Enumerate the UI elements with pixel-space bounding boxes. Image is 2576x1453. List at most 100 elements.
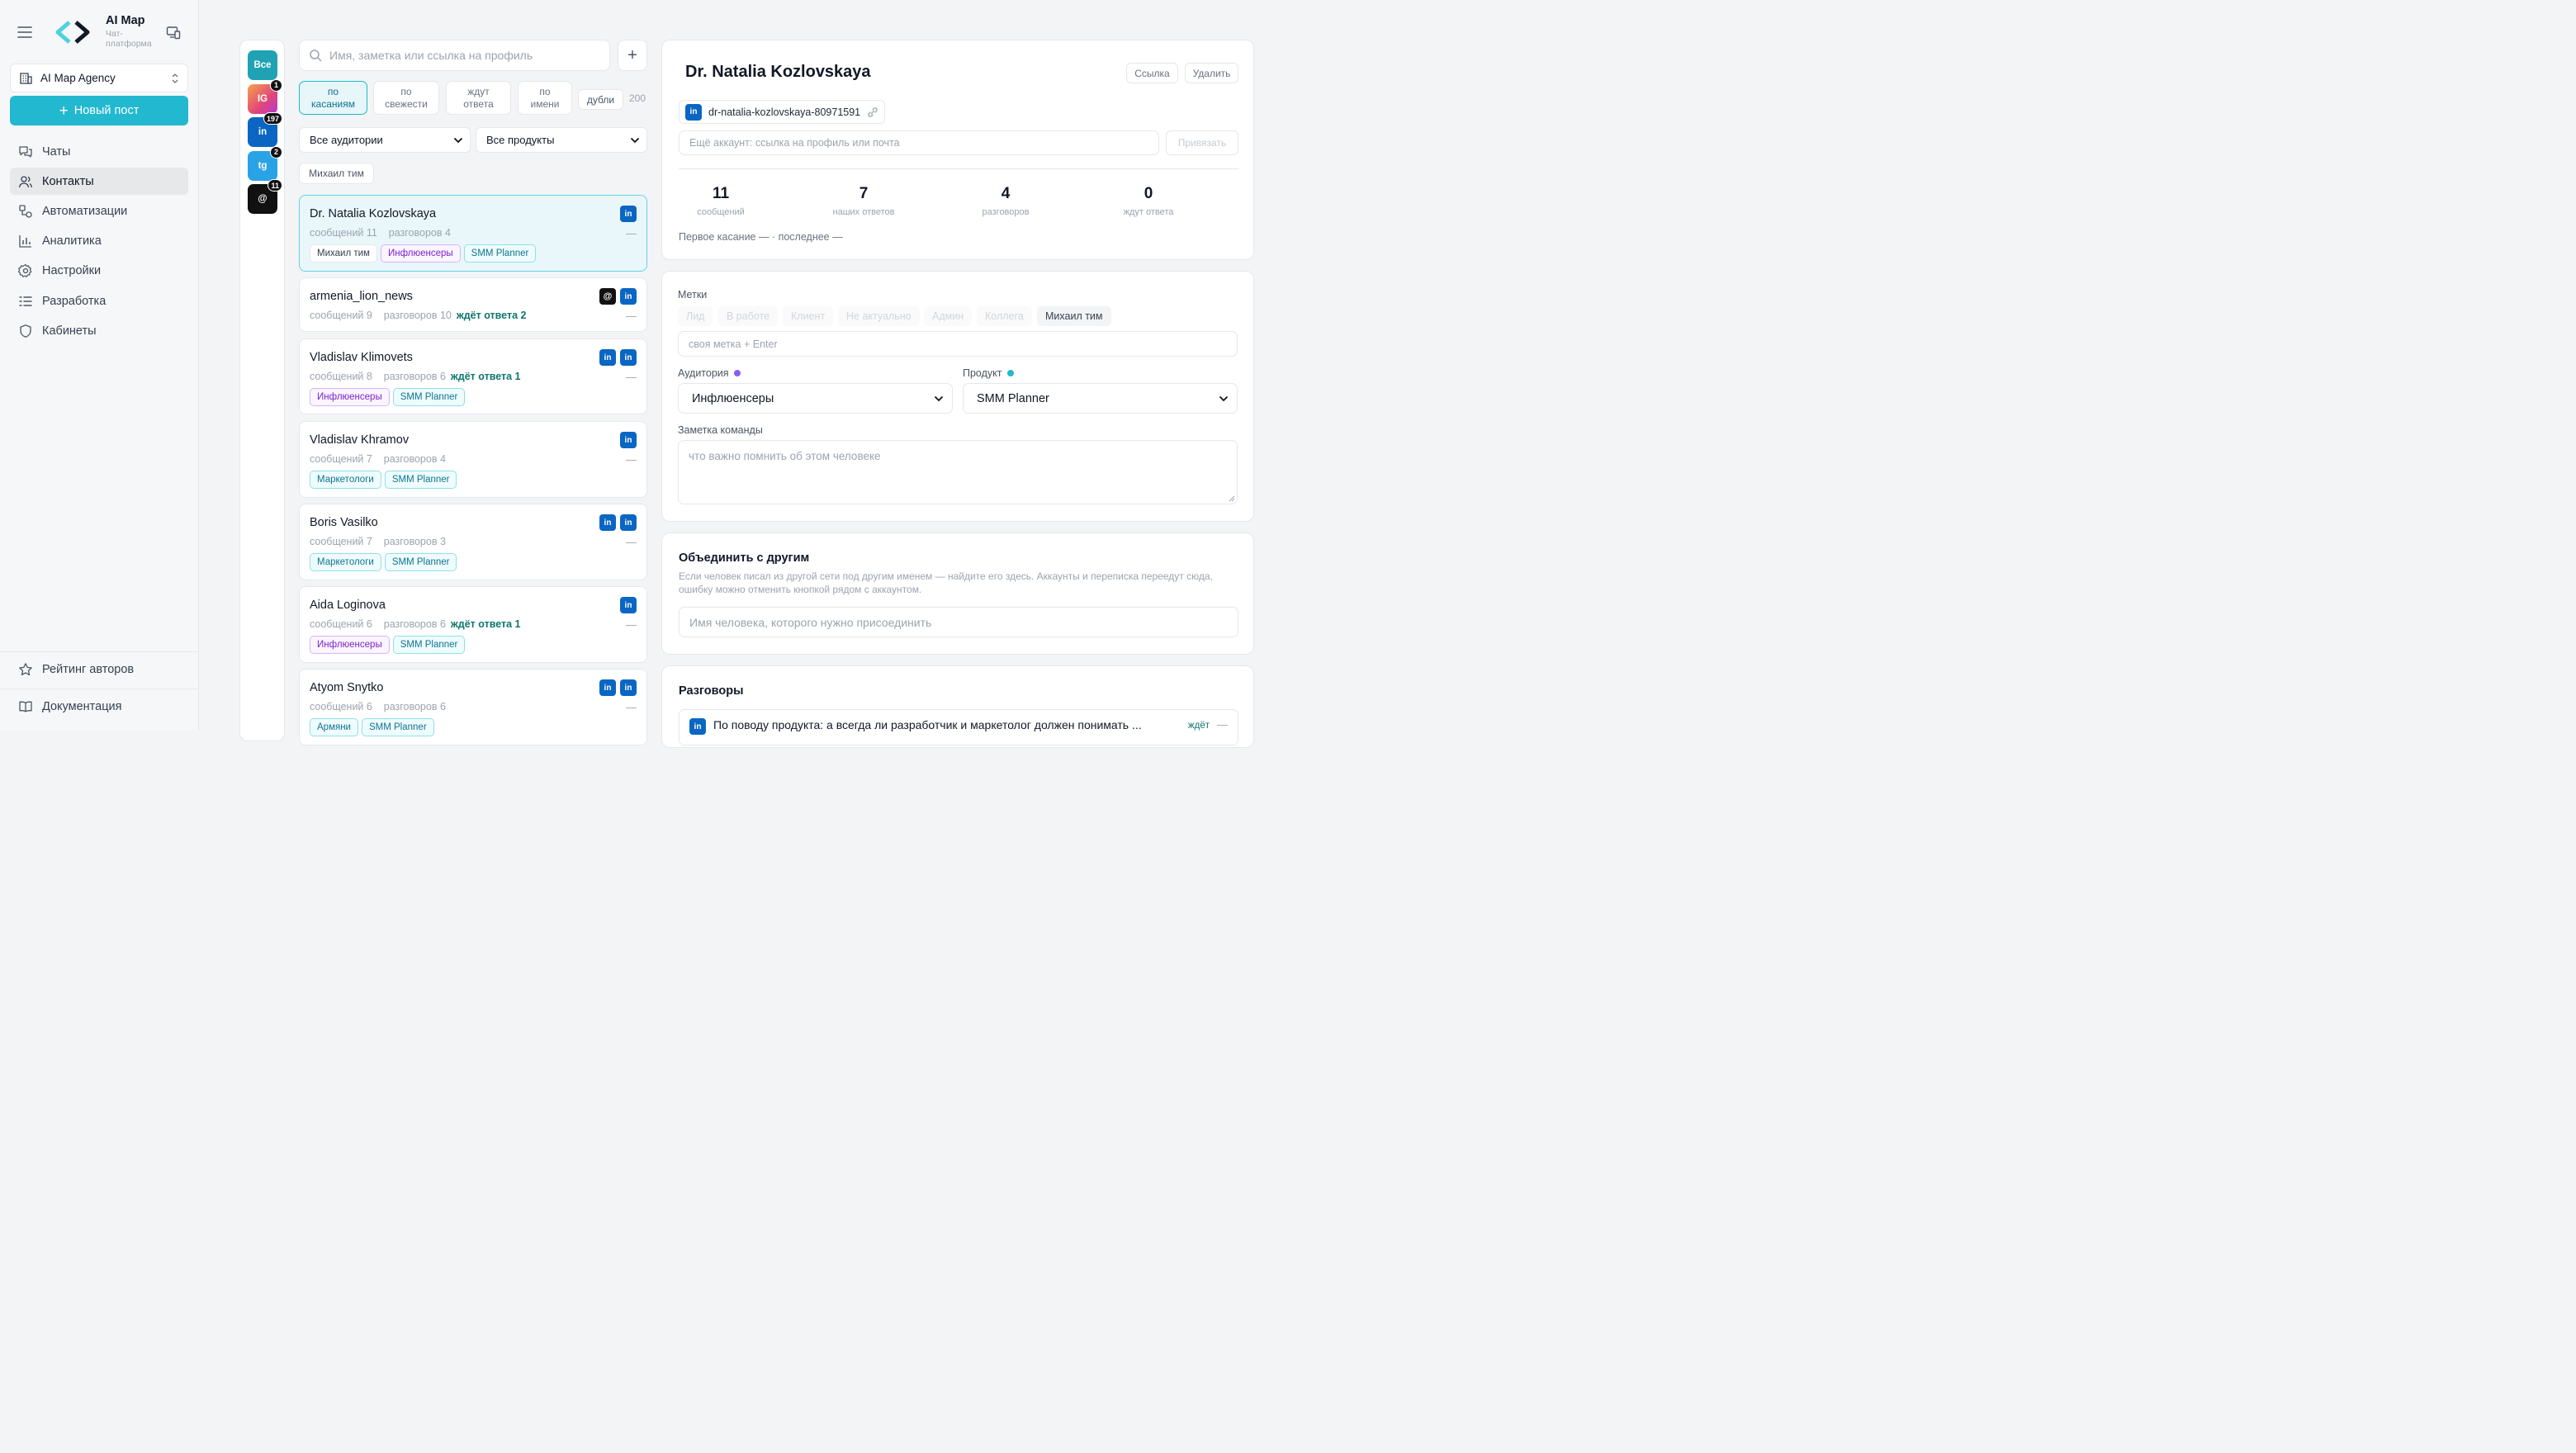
sidebar-item-analytics[interactable]: Аналитика bbox=[10, 228, 188, 255]
sort-option[interactable]: по имени bbox=[518, 81, 572, 115]
channel-label: Все bbox=[253, 60, 272, 70]
dupes-button[interactable]: дубли bbox=[578, 89, 623, 110]
stat-label: наших ответов bbox=[832, 207, 895, 217]
audience-select[interactable]: Инфлюенсеры bbox=[678, 383, 953, 414]
linkedin-icon: in bbox=[620, 432, 637, 448]
sidebar-item-chats[interactable]: Чаты bbox=[10, 138, 188, 165]
audience-label-text: Аудитория bbox=[678, 367, 729, 379]
bind-button[interactable]: Привязать bbox=[1166, 130, 1238, 155]
channel-badge: 1 bbox=[270, 78, 282, 92]
linkedin-icon: in bbox=[620, 349, 637, 366]
unlink-icon[interactable] bbox=[867, 106, 878, 118]
contact-name: Atyom Snytko bbox=[310, 681, 384, 694]
sidebar-item-gear[interactable]: Настройки bbox=[10, 258, 188, 285]
audience-filter[interactable]: Все аудитории bbox=[299, 127, 471, 153]
contact-networks: in in bbox=[599, 679, 637, 696]
contact-tag: SMM Planner bbox=[392, 636, 466, 654]
new-post-button[interactable]: + Новый пост bbox=[10, 96, 188, 125]
add-account-input[interactable]: Ещё аккаунт: ссылка на профиль или почта bbox=[679, 130, 1159, 155]
channel-label: IG bbox=[257, 93, 268, 104]
channel-3[interactable]: tg 2 bbox=[248, 145, 282, 181]
sidebar-item-dev[interactable]: Разработка bbox=[10, 287, 188, 315]
contact-card[interactable]: armenia_lion_news @ in сообщений 9 разгов… bbox=[299, 277, 647, 332]
contact-detail-panel: Dr. Natalia Kozlovskaya Ссылка Удалить i… bbox=[661, 40, 1254, 260]
chevron-down-icon bbox=[1219, 395, 1229, 401]
linkedin-icon: in bbox=[599, 349, 616, 366]
tag-chip[interactable]: В работе bbox=[718, 306, 779, 326]
contact-card[interactable]: Boris Vasilko in in сообщений 7 разговоро… bbox=[299, 504, 647, 580]
contact-card[interactable]: Vladislav Khramov in сообщений 7 разгово… bbox=[299, 421, 647, 498]
stat-label: сообщений bbox=[697, 207, 745, 217]
contact-card[interactable]: Atyom Snytko in in сообщений 6 разговоров… bbox=[299, 669, 647, 745]
devices-icon[interactable] bbox=[166, 26, 181, 42]
sort-option[interactable]: ждут ответа bbox=[446, 81, 511, 115]
add-contact-button[interactable]: + bbox=[618, 40, 647, 71]
search-box[interactable]: Имя, заметка или ссылка на профиль bbox=[299, 40, 610, 71]
sidebar-item-automation[interactable]: Автоматизации bbox=[10, 197, 188, 225]
tag-chip[interactable]: Админ bbox=[924, 306, 973, 326]
linkedin-icon: in bbox=[620, 288, 637, 305]
footer-item-star[interactable]: Рейтинг авторов bbox=[10, 656, 188, 683]
link-button[interactable]: Ссылка bbox=[1126, 63, 1178, 83]
conversation-item[interactable]: in По поводу продукта: а всегда ли разра… bbox=[679, 709, 1238, 745]
contact-dash: — bbox=[626, 536, 637, 548]
chevron-down-icon bbox=[934, 395, 944, 401]
search-input[interactable]: Имя, заметка или ссылка на профиль bbox=[329, 49, 533, 62]
dialogs-count: разговоров 6 bbox=[383, 618, 446, 630]
delete-button[interactable]: Удалить bbox=[1185, 63, 1238, 83]
channel-1[interactable]: IG 1 bbox=[248, 78, 282, 114]
tag-chip[interactable]: Клиент bbox=[783, 306, 834, 326]
contact-name: Boris Vasilko bbox=[310, 516, 378, 529]
note-textarea[interactable]: что важно помнить об этом человеке bbox=[678, 440, 1238, 504]
contact-tags: Маркетологи SMM Planner bbox=[310, 553, 457, 571]
sidebar-item-contacts[interactable]: Контакты bbox=[10, 168, 188, 196]
linkedin-icon: in bbox=[685, 103, 702, 121]
conversations-title: Разговоры bbox=[679, 684, 744, 698]
team-tag-filter[interactable]: Михаил тим bbox=[299, 163, 374, 184]
chats-icon bbox=[19, 145, 32, 158]
merge-search-input[interactable]: Имя человека, которого нужно присоединит… bbox=[679, 607, 1238, 637]
stat-value: 11 bbox=[712, 185, 730, 202]
custom-tag-input[interactable]: своя метка + Enter bbox=[678, 331, 1238, 357]
contact-card[interactable]: Aida Loginova in сообщений 6 разговоров … bbox=[299, 586, 647, 663]
sidebar-item-shield[interactable]: Кабинеты bbox=[10, 317, 188, 344]
contact-dash: — bbox=[626, 227, 637, 239]
stat-label: разговоров bbox=[982, 207, 1030, 217]
contact-meta: сообщений 6 разговоров 6 ждёт ответа 1 bbox=[310, 618, 521, 630]
chevron-updown-icon bbox=[172, 73, 178, 83]
note-placeholder: что важно помнить об этом человеке bbox=[689, 450, 881, 462]
sort-option[interactable]: по касаниям bbox=[299, 81, 367, 115]
product-select[interactable]: SMM Planner bbox=[963, 383, 1238, 414]
footer-item-label: Рейтинг авторов bbox=[42, 662, 135, 676]
sort-option[interactable]: по свежести bbox=[373, 81, 439, 115]
product-filter[interactable]: Все продукты bbox=[476, 127, 647, 153]
tags-title: Метки bbox=[678, 289, 708, 301]
building-icon bbox=[20, 73, 32, 84]
tag-chip[interactable]: Не актуально bbox=[838, 306, 920, 326]
channel-0[interactable]: Все bbox=[248, 50, 277, 80]
resize-handle-icon[interactable] bbox=[1229, 495, 1235, 502]
contact-card[interactable]: Vladislav Klimovets in in сообщений 8 раз… bbox=[299, 338, 647, 414]
contact-card[interactable]: Dr. Natalia Kozlovskaya in сообщений 11 … bbox=[299, 195, 647, 272]
dialogs-count: разговоров 6 bbox=[383, 701, 446, 712]
contact-tags: Инфлюенсеры SMM Planner bbox=[310, 636, 466, 654]
footer-item-book[interactable]: Документация bbox=[10, 693, 188, 720]
contact-name: Vladislav Klimovets bbox=[310, 351, 413, 364]
dialogs-count: разговоров 6 bbox=[383, 371, 446, 382]
linkedin-icon: in bbox=[599, 679, 616, 696]
channel-4[interactable]: @11 bbox=[248, 179, 282, 214]
stat-label: ждут ответа bbox=[1123, 207, 1174, 217]
channel-2[interactable]: in 197 bbox=[248, 112, 282, 147]
tag-chip[interactable]: Лид bbox=[678, 306, 713, 326]
menu-icon[interactable] bbox=[17, 25, 33, 42]
tag-chip[interactable]: Коллега bbox=[977, 306, 1032, 326]
workspace-select[interactable]: AI Map Agency bbox=[10, 64, 188, 92]
audience-label: Аудитория bbox=[678, 367, 741, 379]
product-filter-value: Все продукты bbox=[486, 134, 555, 146]
account-chip[interactable]: in dr-natalia-kozlovskaya-80971591 bbox=[679, 100, 885, 124]
contact-meta: сообщений 8 разговоров 6 ждёт ответа 1 bbox=[310, 371, 521, 382]
linkedin-icon: in bbox=[689, 718, 706, 735]
merge-title: Объединить с другим bbox=[679, 551, 810, 565]
dev-icon bbox=[19, 296, 32, 306]
tag-chip[interactable]: Михаил тим bbox=[1037, 306, 1111, 326]
